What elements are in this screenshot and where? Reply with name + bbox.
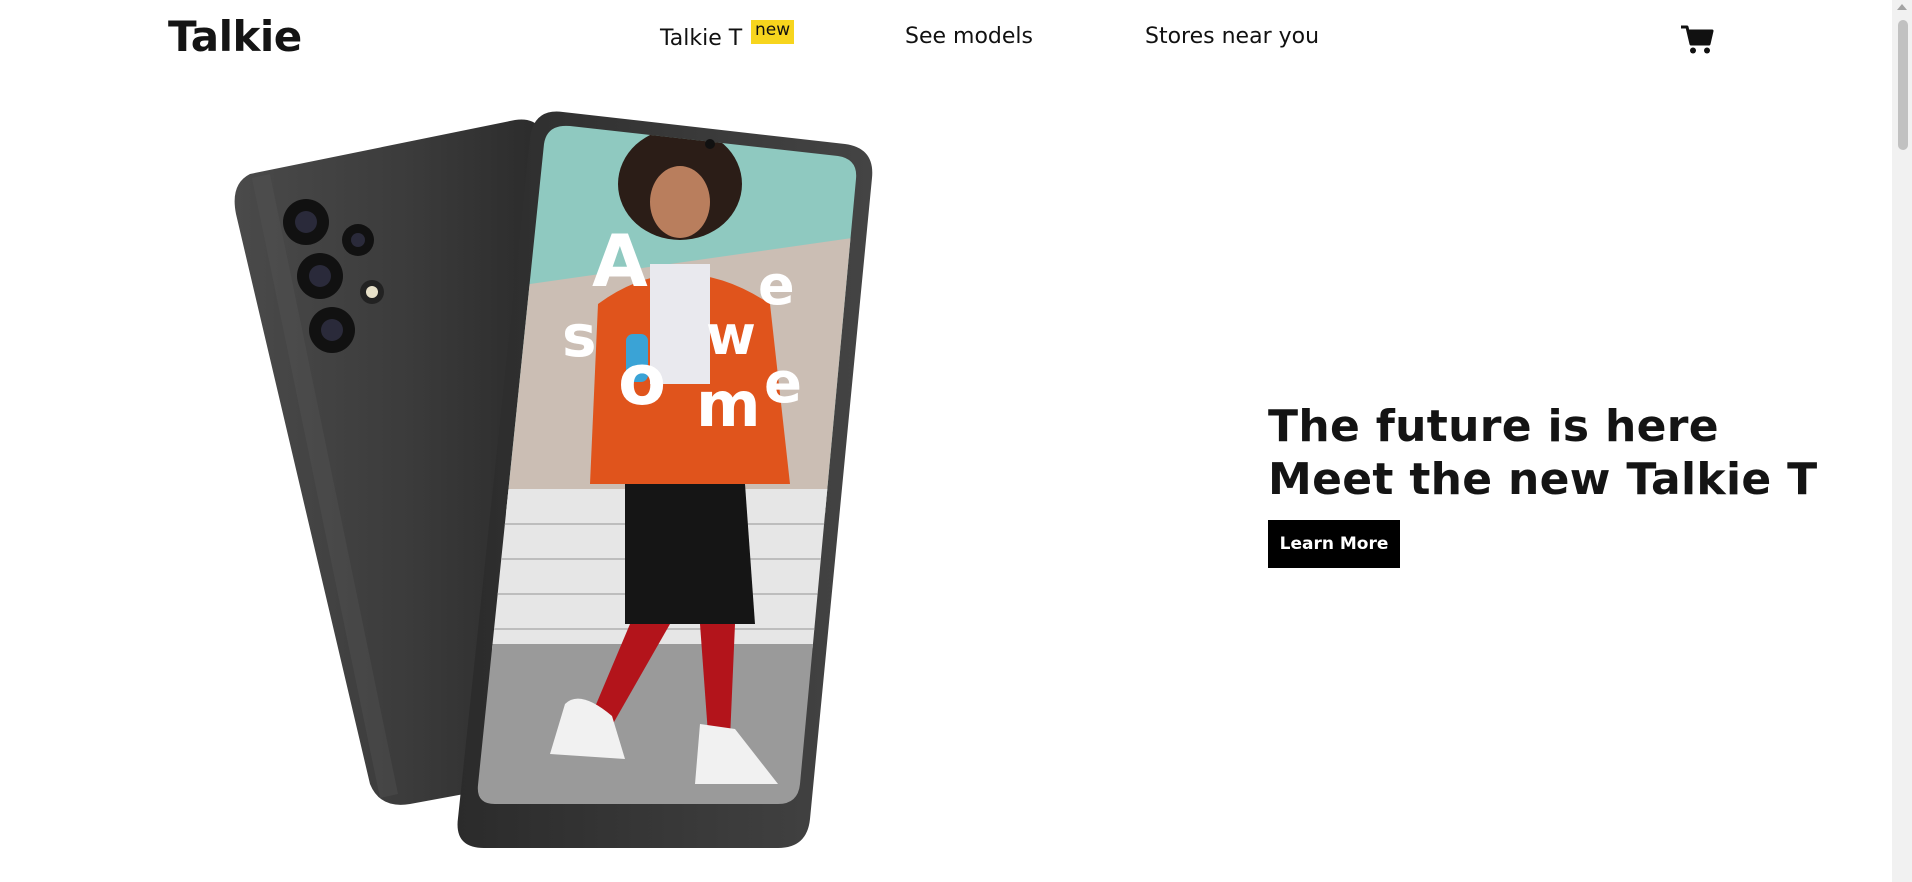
nav-see-models[interactable]: See models bbox=[905, 24, 1033, 49]
svg-text:w: w bbox=[706, 304, 756, 367]
nav-talkie-t[interactable]: Talkie T bbox=[660, 26, 742, 51]
svg-text:e: e bbox=[764, 351, 802, 416]
shopping-cart-icon[interactable] bbox=[1680, 22, 1714, 56]
page: Talkie Talkie T new See models Stores ne… bbox=[0, 0, 1892, 882]
hero-headline: The future is here Meet the new Talkie T bbox=[1268, 400, 1817, 506]
nav-stores-near-you[interactable]: Stores near you bbox=[1145, 24, 1319, 49]
new-badge: new bbox=[751, 20, 795, 44]
headline-line-2: Meet the new Talkie T bbox=[1268, 454, 1818, 505]
svg-text:m: m bbox=[696, 368, 761, 441]
svg-text:s: s bbox=[562, 302, 597, 370]
site-logo[interactable]: Talkie bbox=[168, 12, 302, 61]
scrollbar-thumb[interactable] bbox=[1898, 20, 1908, 150]
svg-text:A: A bbox=[592, 219, 648, 303]
hero-phone-image: A w e s o m e bbox=[234, 111, 873, 848]
headline-line-1: The future is here bbox=[1268, 401, 1719, 452]
svg-text:e: e bbox=[758, 254, 795, 317]
learn-more-button[interactable]: Learn More bbox=[1268, 520, 1400, 568]
svg-text:o: o bbox=[618, 339, 666, 421]
scroll-up-arrow-icon[interactable] bbox=[1897, 4, 1907, 10]
